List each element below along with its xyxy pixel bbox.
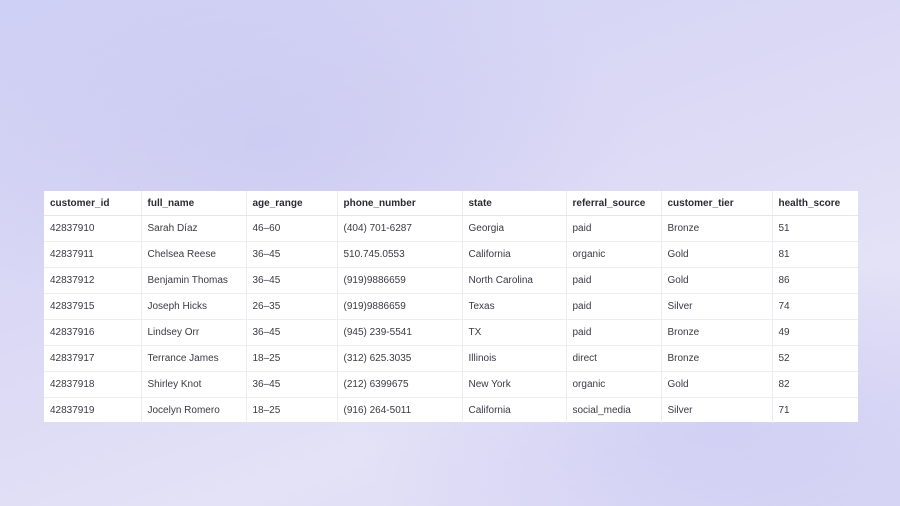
- state-cell[interactable]: New York: [462, 371, 567, 398]
- customer-table-card: customer_id full_name age_range phone_nu…: [44, 191, 858, 423]
- full-name-cell[interactable]: Sarah Díaz: [141, 215, 247, 242]
- column-header-phone-number[interactable]: phone_number: [337, 191, 463, 216]
- referral-source-cell[interactable]: paid: [566, 293, 662, 320]
- customer-id-cell[interactable]: 42837917: [44, 345, 142, 372]
- table-row[interactable]: 42837917 Terrance James 18–25 (312) 625.303…: [44, 345, 858, 372]
- customer-id-cell[interactable]: 42837916: [44, 319, 142, 346]
- referral-source-cell[interactable]: organic: [566, 371, 662, 398]
- column-header-referral-source[interactable]: referral_source: [566, 191, 662, 216]
- table-row[interactable]: 42837919 Jocelyn Romero 18–25 (916) 264-501…: [44, 397, 858, 424]
- table-row[interactable]: 42837911 Chelsea Reese 36–45 510.745.0553 Ca…: [44, 241, 858, 268]
- customer-tier-cell[interactable]: Gold: [661, 267, 773, 294]
- phone-number-cell[interactable]: (945) 239-5541: [337, 319, 463, 346]
- full-name-cell[interactable]: Benjamin Thomas: [141, 267, 247, 294]
- referral-source-cell[interactable]: paid: [566, 267, 662, 294]
- referral-source-cell[interactable]: paid: [566, 215, 662, 242]
- health-score-cell[interactable]: 71: [772, 398, 858, 424]
- age-range-cell[interactable]: 36–45: [246, 319, 338, 346]
- full-name-cell[interactable]: Joseph Hicks: [141, 293, 247, 320]
- age-range-cell[interactable]: 18–25: [246, 397, 338, 423]
- table-body: 42837910 Sarah Díaz 46–60 (404) 701-6287 Geo…: [44, 215, 858, 424]
- customer-id-cell[interactable]: 42837912: [44, 267, 142, 294]
- table-row[interactable]: 42837915 Joseph Hicks 26–35 (919)9886659 Tex…: [44, 293, 858, 320]
- health-score-cell[interactable]: 49: [772, 319, 858, 346]
- customer-id-cell[interactable]: 42837915: [44, 293, 142, 320]
- age-range-cell[interactable]: 46–60: [246, 215, 338, 242]
- phone-number-cell[interactable]: 510.745.0553: [337, 241, 463, 268]
- age-range-cell[interactable]: 36–45: [246, 241, 338, 268]
- state-cell[interactable]: Georgia: [462, 215, 567, 242]
- phone-number-cell[interactable]: (916) 264-5011: [337, 397, 463, 423]
- age-range-cell[interactable]: 36–45: [246, 267, 338, 294]
- customer-tier-cell[interactable]: Bronze: [661, 319, 773, 346]
- phone-number-cell[interactable]: (312) 625.3035: [337, 345, 463, 372]
- state-cell[interactable]: Texas: [462, 293, 567, 320]
- phone-number-cell[interactable]: (919)9886659: [337, 293, 463, 320]
- customer-id-cell[interactable]: 42837918: [44, 371, 142, 398]
- referral-source-cell[interactable]: paid: [566, 319, 662, 346]
- table-header-row: customer_id full_name age_range phone_nu…: [44, 191, 858, 216]
- table-row[interactable]: 42837916 Lindsey Orr 36–45 (945) 239-5541 TX…: [44, 319, 858, 346]
- full-name-cell[interactable]: Terrance James: [141, 345, 247, 372]
- column-header-customer-tier[interactable]: customer_tier: [661, 191, 773, 216]
- state-cell[interactable]: California: [462, 397, 567, 423]
- column-header-customer-id[interactable]: customer_id: [44, 191, 142, 216]
- full-name-cell[interactable]: Lindsey Orr: [141, 319, 247, 346]
- full-name-cell[interactable]: Jocelyn Romero: [141, 397, 247, 423]
- customer-tier-cell[interactable]: Bronze: [661, 215, 773, 242]
- customer-table: customer_id full_name age_range phone_nu…: [44, 191, 858, 423]
- referral-source-cell[interactable]: direct: [566, 345, 662, 372]
- table-row[interactable]: 42837918 Shirley Knot 36–45 (212) 6399675 Ne…: [44, 371, 858, 398]
- state-cell[interactable]: TX: [462, 319, 567, 346]
- phone-number-cell[interactable]: (212) 6399675: [337, 371, 463, 398]
- full-name-cell[interactable]: Chelsea Reese: [141, 241, 247, 268]
- health-score-cell[interactable]: 86: [772, 267, 858, 294]
- full-name-cell[interactable]: Shirley Knot: [141, 371, 247, 398]
- customer-tier-cell[interactable]: Silver: [661, 397, 773, 423]
- state-cell[interactable]: North Carolina: [462, 267, 567, 294]
- column-header-state[interactable]: state: [462, 191, 567, 216]
- health-score-cell[interactable]: 81: [772, 241, 858, 268]
- column-header-age-range[interactable]: age_range: [246, 191, 338, 216]
- customer-id-cell[interactable]: 42837910: [44, 215, 142, 242]
- customer-tier-cell[interactable]: Gold: [661, 371, 773, 398]
- column-header-full-name[interactable]: full_name: [141, 191, 247, 216]
- customer-id-cell[interactable]: 42837911: [44, 241, 142, 268]
- health-score-cell[interactable]: 74: [772, 293, 858, 320]
- referral-source-cell[interactable]: organic: [566, 241, 662, 268]
- customer-tier-cell[interactable]: Gold: [661, 241, 773, 268]
- age-range-cell[interactable]: 26–35: [246, 293, 338, 320]
- phone-number-cell[interactable]: (919)9886659: [337, 267, 463, 294]
- age-range-cell[interactable]: 36–45: [246, 371, 338, 398]
- customer-tier-cell[interactable]: Silver: [661, 293, 773, 320]
- health-score-cell[interactable]: 52: [772, 345, 858, 372]
- health-score-cell[interactable]: 51: [772, 215, 858, 242]
- state-cell[interactable]: Illinois: [462, 345, 567, 372]
- table-row[interactable]: 42837912 Benjamin Thomas 36–45 (919)9886659…: [44, 267, 858, 294]
- state-cell[interactable]: California: [462, 241, 567, 268]
- referral-source-cell[interactable]: social_media: [566, 397, 662, 423]
- health-score-cell[interactable]: 82: [772, 371, 858, 398]
- column-header-health-score[interactable]: health_score: [772, 191, 858, 216]
- table-row[interactable]: 42837910 Sarah Díaz 46–60 (404) 701-6287 Geo…: [44, 215, 858, 242]
- age-range-cell[interactable]: 18–25: [246, 345, 338, 372]
- customer-tier-cell[interactable]: Bronze: [661, 345, 773, 372]
- phone-number-cell[interactable]: (404) 701-6287: [337, 215, 463, 242]
- customer-id-cell[interactable]: 42837919: [44, 397, 142, 423]
